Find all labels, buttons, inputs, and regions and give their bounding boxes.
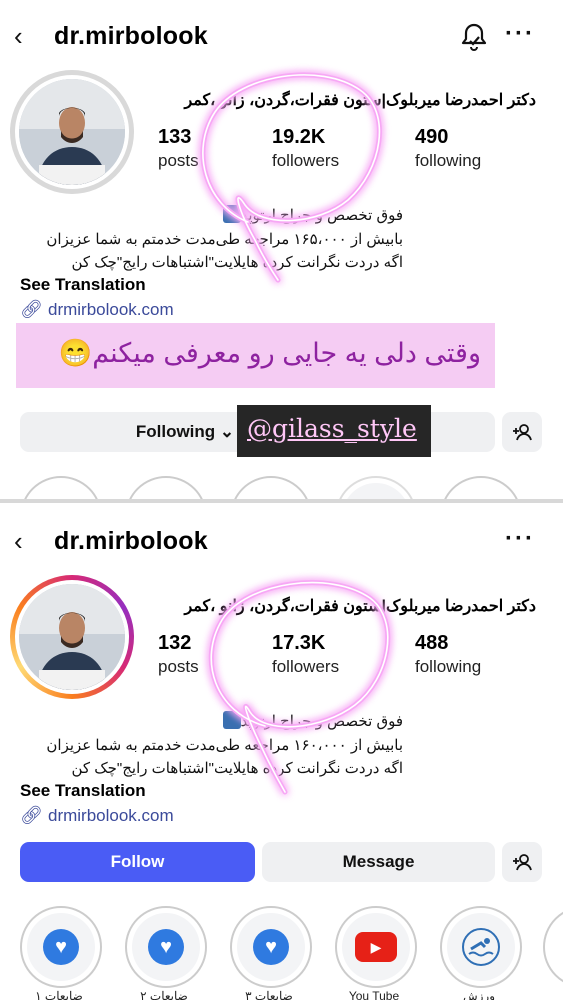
swimmer-icon xyxy=(462,928,500,966)
highlight-label: ورزش xyxy=(462,989,496,1000)
highlight-item[interactable] xyxy=(543,906,563,988)
following-count[interactable]: 490 following xyxy=(415,126,481,171)
posts-count[interactable]: 132 posts xyxy=(158,632,199,677)
highlight-cover[interactable] xyxy=(125,476,207,500)
heart-icon: ♥ xyxy=(43,929,79,965)
followers-count[interactable]: 17.3K followers xyxy=(272,632,339,677)
more-options-icon[interactable]: ··· xyxy=(505,527,541,553)
followers-count[interactable]: 19.2K followers xyxy=(272,126,339,171)
bio-line-2: بابیش از ۱۶۰،۰۰۰ مراجعه طی‌مدت خدمتم به … xyxy=(46,737,403,754)
follow-button[interactable]: Follow xyxy=(20,842,255,882)
caption-sticker: وقتی دلی یه جایی رو معرفی میکنم😁 xyxy=(16,323,495,388)
website-link[interactable]: 🔗︎ drmirbolook.com xyxy=(20,805,174,826)
profile-full-name: دکتر احمدرضا میربلوک|ستون فقرات،گردن، زا… xyxy=(184,92,536,109)
highlight-item[interactable]: ♥ xyxy=(125,906,207,988)
profile-username: dr.mirbolook xyxy=(54,527,208,555)
highlight-item[interactable]: ♥ xyxy=(230,906,312,988)
xray-emoji-icon xyxy=(222,711,241,729)
website-link[interactable]: 🔗︎ drmirbolook.com xyxy=(20,299,174,320)
highlight-label: You Tube xyxy=(348,989,400,1000)
highlight-cover[interactable] xyxy=(335,476,417,500)
highlight-item[interactable]: ♥ xyxy=(20,906,102,988)
profile-screen-after: ‹ dr.mirbolook ··· دکتر احمدرضا میربلوک|… xyxy=(0,503,563,1000)
highlight-label: ضایعات ۳ xyxy=(245,989,293,1000)
bio-line-2: بابیش از ۱۶۵،۰۰۰ مراجعه طی‌مدت خدمتم به … xyxy=(46,231,403,248)
highlight-cover[interactable] xyxy=(230,476,312,500)
add-person-icon[interactable] xyxy=(502,412,542,452)
profile-photo xyxy=(19,79,125,185)
highlight-cover[interactable] xyxy=(20,476,102,500)
bio-line-3: اگه دردت نگرانت کرده هایلایت"اشتباهات را… xyxy=(71,254,404,271)
following-count[interactable]: 488 following xyxy=(415,632,481,677)
posts-count[interactable]: 133 posts xyxy=(158,126,199,171)
avatar[interactable] xyxy=(10,70,134,194)
see-translation-link[interactable]: See Translation xyxy=(20,275,146,295)
highlight-item[interactable]: ▶ xyxy=(335,906,417,988)
back-arrow-icon[interactable]: ‹ xyxy=(14,528,36,554)
highlight-label: ضایعات ۱ xyxy=(35,989,83,1000)
message-button[interactable]: Message xyxy=(262,842,495,882)
highlight-item[interactable] xyxy=(440,906,522,988)
bio-line-3: اگه دردت نگرانت کرده هایلایت"اشتباهات را… xyxy=(71,760,404,777)
bio-line-1: فوق تخصص و جراح ارتوپد xyxy=(220,711,403,730)
mention-sticker: @gilass_style xyxy=(237,405,431,457)
xray-emoji-icon xyxy=(222,205,241,223)
avatar-story-ring[interactable] xyxy=(10,575,134,699)
link-icon: 🔗︎ xyxy=(20,299,43,319)
heart-icon: ♥ xyxy=(253,929,289,965)
see-translation-link[interactable]: See Translation xyxy=(20,781,146,801)
bio-line-1: فوق تخصص و جراح ارتوپد xyxy=(220,205,403,224)
add-person-icon[interactable] xyxy=(502,842,542,882)
profile-full-name: دکتر احمدرضا میربلوک|ستون فقرات،گردن، زا… xyxy=(184,598,536,615)
back-arrow-icon[interactable]: ‹ xyxy=(14,23,36,49)
notification-bell-icon[interactable] xyxy=(458,20,490,52)
youtube-icon: ▶ xyxy=(355,932,397,962)
profile-photo xyxy=(19,584,125,690)
link-icon: 🔗︎ xyxy=(20,805,43,825)
more-options-icon[interactable]: ··· xyxy=(505,22,541,48)
highlight-cover[interactable] xyxy=(440,476,522,500)
heart-icon: ♥ xyxy=(148,929,184,965)
highlight-label: ضایعات ۲ xyxy=(140,989,188,1000)
profile-username: dr.mirbolook xyxy=(54,22,208,50)
